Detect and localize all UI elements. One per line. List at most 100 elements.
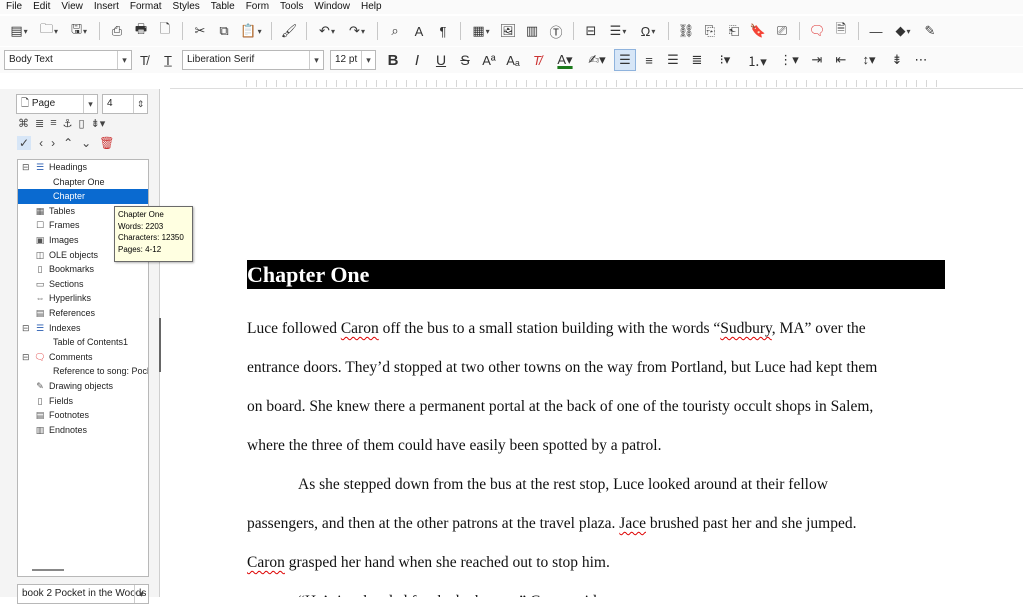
- paste-icon[interactable]: 📋: [237, 20, 265, 42]
- tree-scrollbar[interactable]: [32, 569, 64, 571]
- menu-item[interactable]: Tools: [274, 0, 308, 14]
- bookmark-icon[interactable]: 🔖: [747, 20, 769, 42]
- tree-item[interactable]: ⊟ ☰ Indexes: [18, 321, 148, 336]
- insert-text-box-icon[interactable]: Ⓣ: [545, 20, 567, 42]
- tree-item[interactable]: ▤ Footnotes: [18, 408, 148, 423]
- delete-icon[interactable]: 🗑: [99, 136, 114, 150]
- tree-item[interactable]: ▯ Bookmarks: [18, 262, 148, 277]
- tree-item[interactable]: ▤ References: [18, 306, 148, 321]
- tree-item[interactable]: ▭ Sections: [18, 277, 148, 292]
- copy-icon[interactable]: ⧉: [213, 20, 235, 42]
- tree-item[interactable]: ⊟ 🗨 Comments: [18, 350, 148, 365]
- list-box-icon[interactable]: ≣: [35, 117, 44, 130]
- insert-field-icon[interactable]: ☰: [604, 20, 632, 42]
- footnote-icon[interactable]: ⎘: [699, 20, 721, 42]
- endnote-icon[interactable]: ⎗: [723, 20, 745, 42]
- tree-item[interactable]: Table of Contents1: [18, 335, 148, 350]
- tree-item[interactable]: Chapter: [18, 189, 148, 204]
- strikethrough-icon[interactable]: S: [454, 49, 476, 71]
- redo-icon[interactable]: ↷: [343, 20, 371, 42]
- superscript-icon[interactable]: Aª: [478, 49, 500, 71]
- text-line[interactable]: entrance doors. They’d stopped at two ot…: [247, 359, 947, 377]
- formatting-marks-icon[interactable]: ¶: [432, 20, 454, 42]
- new-sidebar-icon[interactable]: ▤: [5, 20, 33, 42]
- print-preview-icon[interactable]: 🗋: [154, 20, 176, 42]
- text-line[interactable]: Caron grasped her hand when she reached …: [247, 554, 947, 572]
- more-options-icon[interactable]: ⋯: [910, 49, 932, 71]
- highlighting-color-icon[interactable]: ✍▾: [582, 49, 612, 71]
- bold-icon[interactable]: B: [382, 49, 404, 71]
- insert-chart-icon[interactable]: ▥: [521, 20, 543, 42]
- menu-item[interactable]: View: [55, 0, 88, 14]
- text-line[interactable]: on board. She knew there a permanent por…: [247, 398, 947, 416]
- export-pdf-icon[interactable]: ⎙: [106, 20, 128, 42]
- tree-item[interactable]: ⊟ ☰ Headings: [18, 160, 148, 175]
- horizontal-ruler[interactable]: [170, 77, 1023, 89]
- clone-formatting-icon[interactable]: 🖌: [278, 20, 300, 42]
- font-name-combo[interactable]: Liberation Serif ▾: [182, 50, 324, 70]
- update-style-icon[interactable]: T̸: [133, 49, 155, 71]
- tree-item[interactable]: ▥ Endnotes: [18, 423, 148, 438]
- page-number-spin[interactable]: 4 ⇕: [102, 94, 148, 114]
- hyperlink-icon[interactable]: ⛓: [675, 20, 697, 42]
- tree-item[interactable]: ⇔ Hyperlinks: [18, 291, 148, 306]
- menu-item[interactable]: Window: [308, 0, 355, 14]
- track-changes-icon[interactable]: 🗎: [830, 20, 852, 42]
- paragraph-spacing-icon[interactable]: ⇟: [886, 49, 908, 71]
- italic-icon[interactable]: I: [406, 49, 428, 71]
- document-page[interactable]: Chapter One Luce followed Caron off the …: [161, 90, 1023, 597]
- chapter-heading[interactable]: Chapter One: [247, 260, 945, 289]
- document-select-combo[interactable]: book 2 Pocket in the Woods ▾: [17, 584, 149, 604]
- chevron-down-icon[interactable]: ▾: [361, 51, 375, 69]
- draw-icon[interactable]: ✎: [919, 20, 941, 42]
- comment-icon[interactable]: 🗨: [806, 20, 828, 42]
- chevron-up-icon[interactable]: ⌃: [63, 136, 73, 150]
- menu-item[interactable]: Table: [205, 0, 240, 14]
- underline-icon[interactable]: U: [430, 49, 452, 71]
- collapse-icon[interactable]: ⊟: [22, 160, 32, 175]
- ordered-list-icon[interactable]: ⒈▾: [742, 49, 772, 71]
- menu-item[interactable]: Insert: [88, 0, 124, 14]
- align-center-icon[interactable]: ≡: [638, 49, 660, 71]
- menu-item[interactable]: Format: [124, 0, 167, 14]
- chevron-down-icon[interactable]: ▾: [117, 51, 131, 69]
- navigate-by-combo[interactable]: 🗋 Page ▾: [16, 94, 98, 114]
- chevron-down-icon[interactable]: ▾: [83, 95, 97, 113]
- spin-arrows-icon[interactable]: ⇕: [133, 95, 147, 113]
- toggle-icon[interactable]: ⌘: [18, 117, 29, 130]
- text-line[interactable]: “He’s just headed for the bathroom,” Car…: [247, 593, 947, 597]
- anchor-icon[interactable]: ⚓: [63, 117, 73, 130]
- open-icon[interactable]: 🗀: [35, 20, 63, 42]
- line-spacing-icon[interactable]: ↕▾: [854, 49, 884, 71]
- save-icon[interactable]: 🖫: [65, 20, 93, 42]
- menu-item[interactable]: Help: [355, 0, 387, 14]
- insert-image-icon[interactable]: 🖼: [497, 20, 519, 42]
- insert-page-break-icon[interactable]: ⊟: [580, 20, 602, 42]
- justify-icon[interactable]: ≣: [686, 49, 708, 71]
- undo-icon[interactable]: ↶: [313, 20, 341, 42]
- outline-list-icon[interactable]: ⋮▾: [774, 49, 804, 71]
- clear-formatting-icon[interactable]: T̸: [526, 49, 548, 71]
- paragraph-style-combo[interactable]: Body Text ▾: [4, 50, 132, 70]
- text-line[interactable]: As she stepped down from the bus at the …: [247, 476, 947, 494]
- menu-item[interactable]: Styles: [167, 0, 205, 14]
- subscript-icon[interactable]: Aₐ: [502, 49, 524, 71]
- menu-item[interactable]: Edit: [27, 0, 55, 14]
- drag-mode-icon[interactable]: ⇟▾: [91, 117, 106, 130]
- find-replace-icon[interactable]: ⌕: [384, 20, 406, 42]
- collapse-icon[interactable]: ⊟: [22, 321, 32, 336]
- align-left-icon[interactable]: ☰: [614, 49, 636, 71]
- tree-item[interactable]: Chapter One: [18, 175, 148, 190]
- reminder-icon[interactable]: ▯: [79, 117, 85, 130]
- cross-reference-icon[interactable]: ⎚: [771, 20, 793, 42]
- chevron-right-icon[interactable]: ›: [51, 136, 55, 150]
- menu-item[interactable]: File: [0, 0, 27, 14]
- chevron-down-icon[interactable]: ▾: [134, 585, 148, 603]
- font-color-icon[interactable]: A▾: [550, 49, 580, 71]
- chevron-left-icon[interactable]: ‹: [39, 136, 43, 150]
- decrease-indent-icon[interactable]: ⇤: [830, 49, 852, 71]
- print-icon[interactable]: 🖶: [130, 20, 152, 42]
- text-line[interactable]: Luce followed Caron off the bus to a sma…: [247, 320, 947, 338]
- text-line[interactable]: passengers, and then at the other patron…: [247, 515, 947, 533]
- tree-item[interactable]: ✎ Drawing objects: [18, 379, 148, 394]
